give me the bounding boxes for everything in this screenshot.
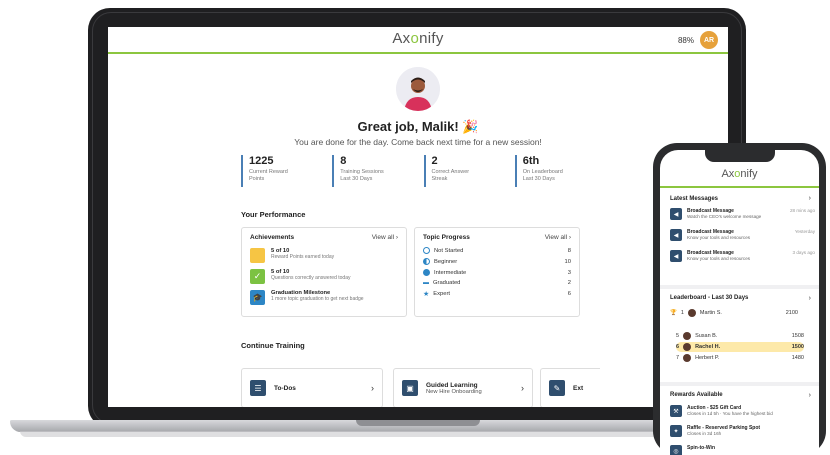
topic-row: ▬ Graduated 2 (423, 280, 571, 286)
avatar (683, 354, 692, 362)
section-divider (660, 285, 819, 289)
bus-icon: ▣ (402, 380, 418, 396)
chevron-right-icon[interactable]: › (809, 195, 811, 202)
empty-circle-icon (423, 247, 430, 254)
section-divider (660, 382, 819, 386)
megaphone-icon: ◀ (670, 250, 682, 262)
extra-training-card[interactable]: ✎ Ext (540, 368, 600, 407)
brand-divider (660, 186, 819, 188)
trophy-icon: 🏆 (670, 310, 677, 316)
megaphone-icon: ◀ (670, 208, 682, 220)
greeting-subtitle: You are done for the day. Come back next… (294, 137, 542, 147)
topic-row: Beginner 10 (415, 256, 579, 267)
chevron-right-icon[interactable]: › (809, 295, 811, 302)
topic-row: Not Started 8 (415, 245, 579, 256)
ticket-icon: ✦ (670, 425, 682, 437)
device-mockup: Axonify 88% AR Great job, Malik! 🎉 You a… (0, 0, 830, 455)
message-item[interactable]: ◀ Broadcast Message Know your tools and r… (670, 229, 815, 241)
stat-answer-streak: 2 Correct Answer Streak (423, 155, 515, 187)
achievement-item: ✓ 5 of 10 Questions correctly answered to… (242, 266, 406, 287)
topic-row: Intermediate 3 (415, 267, 579, 278)
topic-progress-view-all-link[interactable]: View all › (545, 234, 571, 241)
avatar (683, 332, 692, 340)
performance-heading: Your Performance (241, 210, 306, 219)
laptop-screen: Axonify 88% AR Great job, Malik! 🎉 You a… (108, 27, 728, 407)
megaphone-icon: ◀ (670, 229, 682, 241)
message-item[interactable]: ◀ Broadcast Message Know your tools and r… (670, 250, 815, 262)
chevron-right-icon: › (521, 383, 524, 393)
sun-icon (250, 248, 265, 263)
greeting-heading: Great job, Malik! 🎉 (357, 119, 479, 134)
leaderboard-row: 7 Herbert P. 1480 (676, 354, 804, 362)
star-icon: ★ (423, 291, 430, 298)
reward-item[interactable]: ⚒ Auction - $25 Gift Card Closes in 1d 5h… (670, 405, 815, 417)
topic-row: ★ Expert 6 (423, 291, 571, 298)
half-circle-icon (423, 258, 430, 265)
leaderboard-heading[interactable]: Leaderboard - Last 30 Days (670, 295, 748, 301)
avatar (687, 309, 696, 317)
leaderboard-row-current-user: 6 Rachel H. 1500 (676, 342, 804, 352)
achievements-view-all-link[interactable]: View all › (372, 234, 398, 241)
reward-item[interactable]: ◎ Spin-to-Win (670, 445, 815, 455)
checklist-icon: ☰ (250, 380, 266, 396)
graduation-cap-icon: 🎓 (250, 290, 265, 305)
stats-row: 1225 Current Reward Points 8 Training Ses… (241, 155, 606, 187)
profile-avatar-illustration (396, 67, 440, 111)
wheel-icon: ◎ (670, 445, 682, 455)
user-avatar[interactable]: AR (700, 31, 718, 49)
latest-messages-heading[interactable]: Latest Messages (670, 196, 718, 202)
chevron-right-icon[interactable]: › (809, 392, 811, 399)
stat-reward-points: 1225 Current Reward Points (241, 155, 332, 187)
reward-item[interactable]: ✦ Raffle - Reserved Parking Spot Closes i… (670, 425, 815, 437)
leaderboard-row: 🏆 1 Martin S. 2100 (670, 309, 798, 317)
chevron-right-icon: › (371, 383, 374, 393)
puzzle-icon: ✎ (549, 380, 565, 396)
achievement-item: 🎓 Graduation Milestone 1 more topic gradu… (242, 287, 406, 308)
achievements-card: Achievements View all › 5 of 10 Reward Po… (241, 227, 407, 317)
top-bar: Axonify 88% AR (108, 27, 728, 54)
guided-learning-card[interactable]: ▣ Guided Learning New Hire Onboarding › (393, 368, 533, 407)
stat-leaderboard: 6th On Leaderboard Last 30 Days (514, 155, 606, 187)
full-circle-icon (423, 269, 430, 276)
achievement-item: 5 of 10 Reward Points earned today (242, 245, 406, 266)
graduate-icon: ▬ (423, 280, 429, 286)
leaderboard-row: 5 Susan B. 1508 (676, 332, 804, 340)
message-item[interactable]: ◀ Broadcast Message Watch the CEO's welco… (670, 208, 815, 220)
laptop-base-notch (356, 420, 480, 426)
checkmark-icon: ✓ (250, 269, 265, 284)
brand-logo[interactable]: Axonify (108, 30, 728, 47)
topic-progress-card: Topic Progress View all › Not Started 8 B… (414, 227, 580, 317)
gavel-icon: ⚒ (670, 405, 682, 417)
phone-brand-logo[interactable]: Axonify (660, 168, 819, 180)
continue-training-heading: Continue Training (241, 341, 305, 350)
phone-screen: Axonify Latest Messages › ◀ Broadcast Me… (660, 150, 819, 455)
rewards-heading[interactable]: Rewards Available (670, 392, 723, 398)
stat-training-sessions: 8 Training Sessions Last 30 Days (332, 155, 423, 187)
avatar (683, 343, 692, 351)
todos-card[interactable]: ☰ To-Dos › (241, 368, 383, 407)
phone-notch (705, 150, 775, 162)
battery-percent: 88% (677, 35, 694, 45)
